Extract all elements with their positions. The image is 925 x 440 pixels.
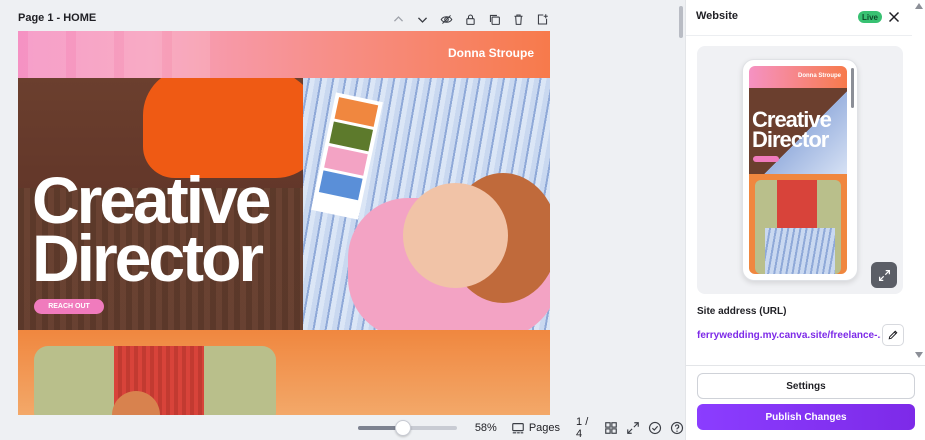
check-circle-icon <box>648 421 662 435</box>
close-panel-button[interactable] <box>885 8 903 26</box>
canvas-scrollbar-thumb[interactable] <box>679 6 683 38</box>
canvas-scrollbar[interactable] <box>677 0 685 440</box>
zoom-slider[interactable] <box>358 420 457 436</box>
expand-preview-button[interactable] <box>871 262 897 288</box>
hide-page-button[interactable] <box>436 9 456 29</box>
phone-mockup: Donna Stroupe Creative Director <box>742 59 858 281</box>
brand-name[interactable]: Donna Stroupe <box>448 46 534 60</box>
publish-changes-button[interactable]: Publish Changes <box>697 404 915 430</box>
page-counter: 1 / 4 <box>576 416 589 440</box>
panel-title: Website <box>696 10 738 22</box>
grid-view-button[interactable] <box>604 421 618 435</box>
site-preview[interactable]: Donna Stroupe Creative Director <box>697 46 903 294</box>
page-toolbar <box>388 9 552 29</box>
scroll-down-arrow-icon[interactable] <box>915 352 923 358</box>
move-page-up-button[interactable] <box>388 9 408 29</box>
preview-cta <box>753 156 779 162</box>
edit-url-button[interactable] <box>882 324 904 346</box>
live-badge: Live <box>858 11 883 23</box>
preview-scrollbar[interactable] <box>851 68 854 108</box>
chevron-down-icon <box>417 16 427 23</box>
add-page-icon <box>537 13 548 24</box>
reach-out-button[interactable]: REACH OUT <box>34 299 104 314</box>
header-bar: Donna Stroupe <box>18 31 550 78</box>
lock-page-button[interactable] <box>460 9 480 29</box>
add-page-button[interactable] <box>532 9 552 29</box>
scroll-up-arrow-icon[interactable] <box>915 3 923 9</box>
duplicate-icon <box>489 14 500 25</box>
close-icon <box>888 11 900 23</box>
zoom-level[interactable]: 58% <box>475 422 497 434</box>
preview-brand-name: Donna Stroupe <box>798 73 841 79</box>
design-canvas[interactable]: Donna Stroupe Creative Director REACH OU… <box>18 31 550 415</box>
grid-view-icon <box>605 422 617 434</box>
pages-button[interactable]: Pages <box>511 421 560 435</box>
pencil-icon <box>888 330 898 340</box>
website-panel: Website Live Donna Stroupe Creative Dire… <box>685 0 925 440</box>
editor-area: Page 1 - HOME Donna Stroupe Creative Dir… <box>0 0 684 440</box>
lock-icon <box>465 14 475 25</box>
bottom-bar: 58% Pages 1 / 4 <box>350 416 684 440</box>
zoom-slider-handle[interactable] <box>394 420 411 436</box>
move-page-down-button[interactable] <box>412 9 432 29</box>
footer-divider <box>686 365 925 366</box>
settings-button[interactable]: Settings <box>697 373 915 399</box>
page-title: Page 1 - HOME <box>18 12 97 24</box>
panel-scrollbar[interactable] <box>912 0 925 360</box>
eye-hide-icon <box>440 14 452 24</box>
fullscreen-icon <box>627 422 639 434</box>
delete-page-button[interactable] <box>508 9 528 29</box>
pages-icon <box>512 423 524 434</box>
trash-icon <box>513 14 523 25</box>
second-section[interactable] <box>18 330 550 415</box>
fullscreen-button[interactable] <box>626 421 640 435</box>
chevron-up-icon <box>393 15 403 22</box>
check-button[interactable] <box>648 421 662 435</box>
expand-icon <box>878 269 890 281</box>
section-photo[interactable] <box>34 346 276 415</box>
duplicate-page-button[interactable] <box>484 9 504 29</box>
panel-divider <box>686 35 912 36</box>
phone-screen[interactable]: Donna Stroupe Creative Director <box>749 66 847 274</box>
preview-hero-title: Creative Director <box>752 107 832 152</box>
site-address-label: Site address (URL) <box>697 306 787 317</box>
hero-title[interactable]: Creative Director <box>32 167 271 291</box>
pages-label: Pages <box>528 422 561 434</box>
site-url-link[interactable]: ferrywedding.my.canva.site/freelance-... <box>697 330 881 341</box>
